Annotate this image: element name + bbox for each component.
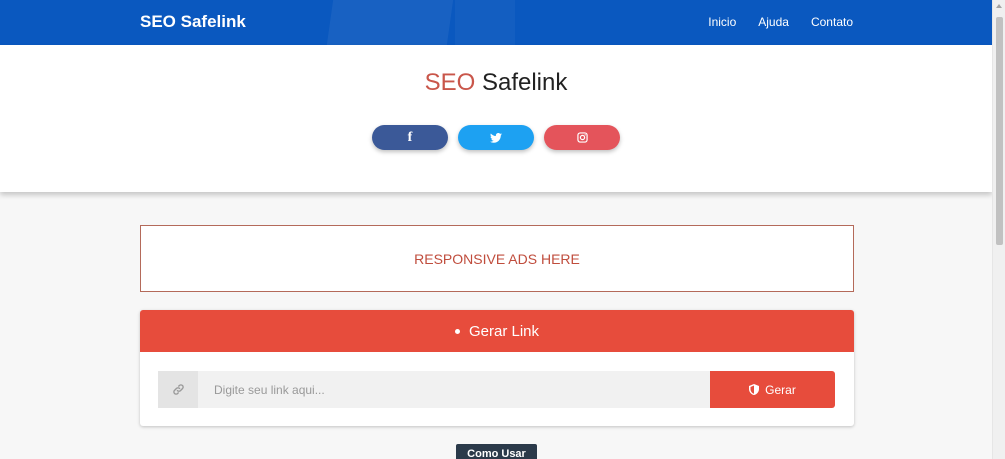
- navbar-decoration: [326, 0, 454, 45]
- social-buttons: f: [372, 125, 620, 150]
- ads-text: RESPONSIVE ADS HERE: [414, 250, 580, 267]
- nav-link-contato[interactable]: Contato: [811, 15, 853, 29]
- title-accent: SEO: [424, 69, 476, 96]
- facebook-button[interactable]: f: [372, 125, 448, 150]
- scrollbar-thumb[interactable]: [996, 17, 1003, 245]
- card-header: Gerar Link: [140, 310, 854, 352]
- gerar-button[interactable]: Gerar: [710, 371, 835, 408]
- nav-menu: Inicio Ajuda Contato: [708, 15, 853, 29]
- navbar-decoration: [455, 0, 515, 45]
- facebook-icon: f: [407, 129, 413, 145]
- link-form: Gerar: [158, 371, 835, 408]
- link-addon: [158, 371, 198, 408]
- nav-link-inicio[interactable]: Inicio: [708, 15, 736, 29]
- twitter-icon: [490, 132, 502, 143]
- shield-icon: [749, 384, 760, 395]
- card-title: Gerar Link: [468, 322, 540, 340]
- link-icon: [172, 384, 184, 395]
- twitter-button[interactable]: [458, 125, 534, 150]
- hero-section: SEO Safelink f: [0, 45, 992, 192]
- gerar-button-label: Gerar: [765, 382, 796, 397]
- title-rest: Safelink: [475, 69, 568, 96]
- link-generator-card: Gerar Link Gerar: [140, 310, 854, 426]
- bullet-icon: [454, 328, 460, 334]
- link-input[interactable]: [198, 371, 710, 408]
- navbar: SEO Safelink Inicio Ajuda Contato: [0, 0, 992, 45]
- page-title: SEO Safelink: [0, 69, 992, 97]
- brand-logo[interactable]: SEO Safelink: [140, 12, 246, 32]
- instagram-icon: [576, 132, 588, 143]
- instagram-button[interactable]: [544, 125, 620, 150]
- scrollbar[interactable]: [992, 0, 1005, 459]
- nav-link-ajuda[interactable]: Ajuda: [758, 15, 789, 29]
- scroll-up-arrow-icon[interactable]: [996, 4, 1002, 8]
- ads-placeholder: RESPONSIVE ADS HERE: [140, 225, 854, 292]
- como-usar-button[interactable]: Como Usar: [456, 444, 537, 459]
